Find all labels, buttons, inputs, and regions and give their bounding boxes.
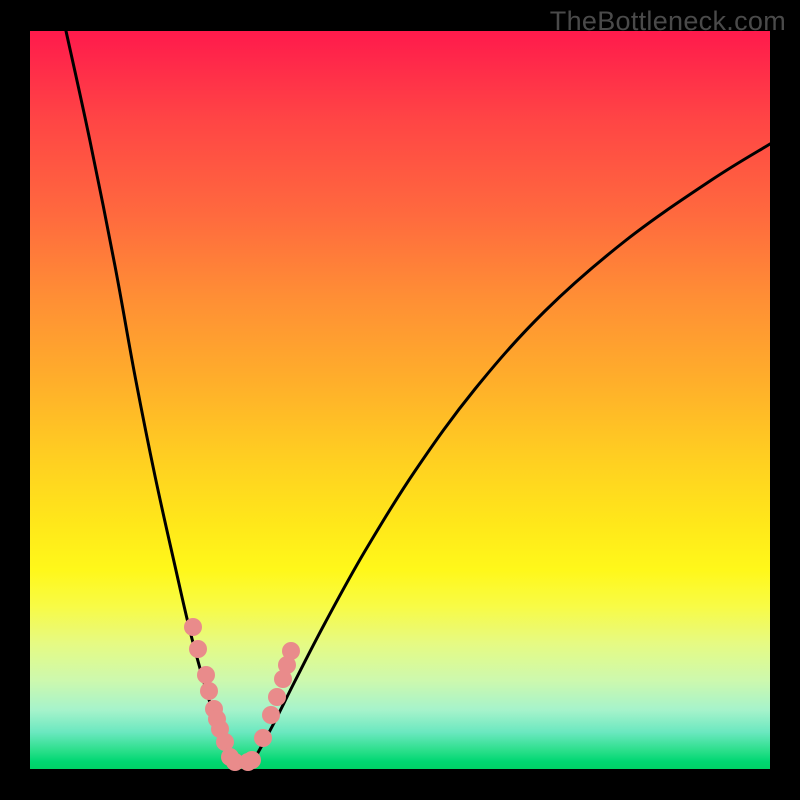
plot-area	[30, 31, 770, 769]
data-point	[197, 666, 215, 684]
data-points	[184, 618, 300, 771]
data-point	[268, 688, 286, 706]
chart-frame: TheBottleneck.com	[0, 0, 800, 800]
curve-lines	[66, 31, 770, 763]
data-point	[254, 729, 272, 747]
data-point	[243, 751, 261, 769]
data-point	[189, 640, 207, 658]
data-point	[184, 618, 202, 636]
chart-svg	[30, 31, 770, 769]
data-point	[282, 642, 300, 660]
series-right-branch	[252, 144, 770, 763]
watermark-text: TheBottleneck.com	[550, 6, 786, 37]
data-point	[262, 706, 280, 724]
data-point	[200, 682, 218, 700]
series-left-branch	[66, 31, 232, 763]
